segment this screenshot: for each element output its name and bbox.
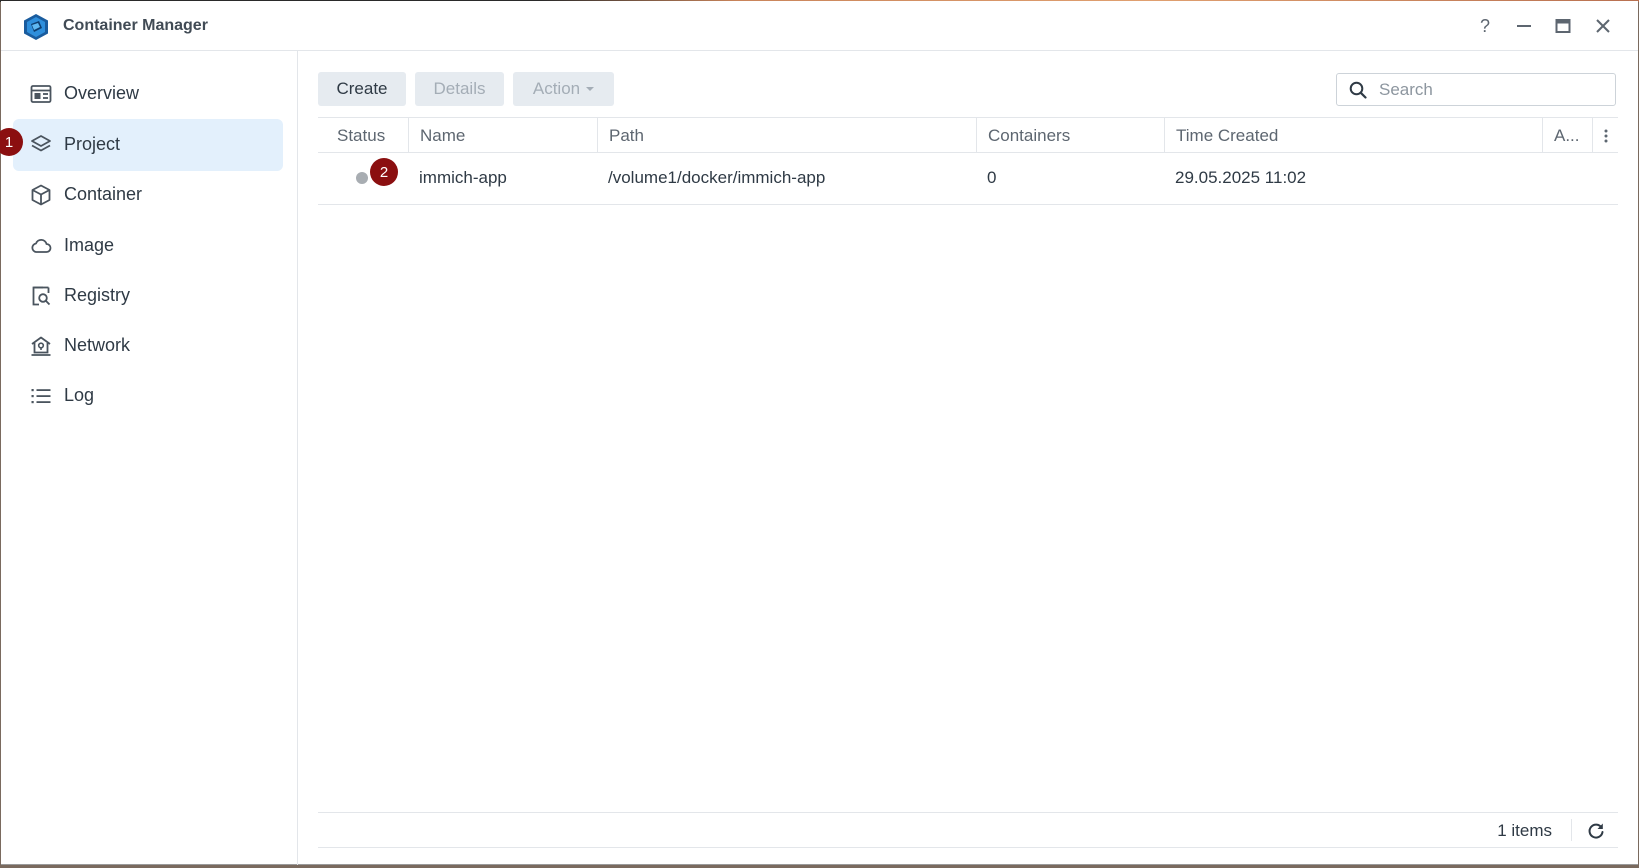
footer-divider — [1571, 819, 1572, 841]
overview-icon — [30, 85, 52, 103]
cloud-icon — [31, 238, 52, 253]
annotation-marker-2: 2 — [370, 158, 398, 186]
maximize-icon[interactable] — [1551, 14, 1575, 38]
column-header-truncated[interactable]: A... — [1542, 118, 1592, 153]
title-bar: Container Manager ? — [1, 1, 1638, 51]
search-icon — [1349, 81, 1367, 99]
column-header-status[interactable]: Status — [318, 118, 408, 153]
layers-icon — [31, 135, 51, 152]
column-header-path[interactable]: Path — [597, 118, 976, 153]
sidebar-item-image[interactable]: Image — [13, 220, 283, 272]
project-path: /volume1/docker/immich-app — [608, 168, 826, 187]
sidebar-item-project[interactable]: Project — [13, 119, 283, 171]
column-header-name[interactable]: Name — [408, 118, 597, 153]
project-containers-count: 0 — [987, 168, 997, 187]
search-box[interactable] — [1336, 73, 1616, 106]
refresh-icon[interactable] — [1586, 821, 1606, 841]
project-name: immich-app — [419, 168, 507, 187]
sidebar-item-container[interactable]: Container — [13, 169, 283, 221]
network-house-icon — [31, 336, 51, 356]
list-icon — [31, 389, 51, 404]
table-row[interactable]: immich-app /volume1/docker/immich-app 0 … — [318, 153, 1618, 205]
sidebar-item-label: Log — [64, 385, 95, 405]
sidebar-item-label: Container — [64, 184, 143, 204]
main-panel: Create Details Action Status Name Path C… — [298, 51, 1638, 865]
sidebar-item-log[interactable]: Log — [13, 370, 283, 422]
column-header-time-created[interactable]: Time Created — [1164, 118, 1542, 153]
action-dropdown-button[interactable]: Action — [513, 72, 614, 106]
table-header: Status Name Path Containers Time Created… — [318, 117, 1618, 153]
items-count: 1 items — [1497, 821, 1552, 840]
status-stopped-icon — [356, 172, 368, 184]
kebab-menu-icon — [1604, 129, 1607, 142]
sidebar-item-overview[interactable]: Overview — [13, 68, 283, 120]
details-button[interactable]: Details — [415, 72, 504, 106]
table-footer: 1 items — [318, 812, 1618, 848]
sidebar-item-label: Registry — [64, 285, 131, 305]
create-button[interactable]: Create — [318, 72, 406, 106]
project-time-created: 29.05.2025 11:02 — [1175, 168, 1307, 187]
action-button-label: Action — [532, 79, 581, 98]
sidebar-item-registry[interactable]: Registry — [13, 270, 283, 322]
sidebar-item-label: Project — [64, 134, 121, 154]
cube-icon — [31, 184, 51, 206]
sidebar-item-label: Network — [64, 335, 131, 355]
column-header-containers[interactable]: Containers — [976, 118, 1164, 153]
sidebar-item-network[interactable]: Network — [13, 320, 283, 372]
chevron-down-icon — [586, 87, 595, 91]
container-manager-logo-icon — [24, 14, 48, 40]
close-icon[interactable] — [1591, 14, 1615, 38]
sidebar-item-label: Overview — [64, 83, 140, 103]
app-window: Container Manager ? Overview Project Con… — [0, 1, 1638, 865]
sidebar: Overview Project Container Image Registr… — [1, 51, 298, 865]
registry-search-icon — [32, 286, 51, 306]
sidebar-item-label: Image — [64, 235, 115, 255]
app-title: Container Manager — [63, 17, 208, 34]
help-icon[interactable]: ? — [1473, 14, 1497, 38]
search-input[interactable] — [1379, 74, 1604, 105]
minimize-icon[interactable] — [1512, 14, 1536, 38]
column-options-button[interactable] — [1592, 118, 1618, 153]
